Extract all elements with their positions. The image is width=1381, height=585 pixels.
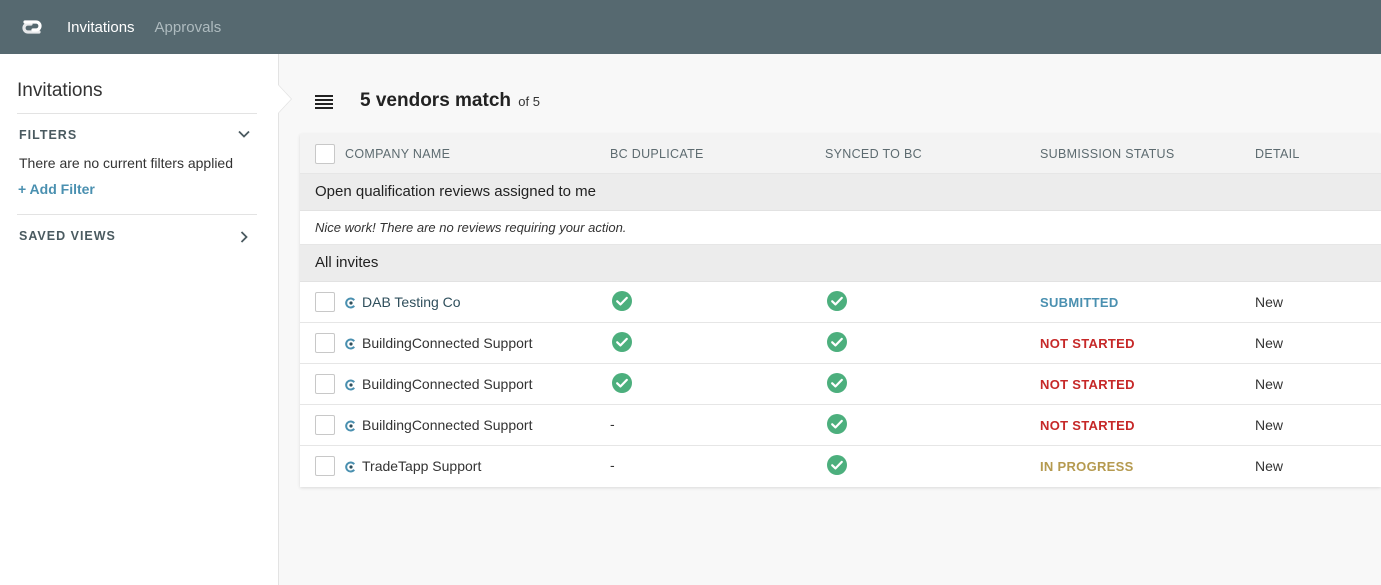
company-name: BuildingConnected Support [362,376,533,392]
detail-value: New [1255,294,1284,310]
filters-header[interactable]: FILTERS [19,128,77,142]
group-all-invites: All invites [300,245,1381,282]
company-name: BuildingConnected Support [362,335,533,351]
match-total: of 5 [518,94,540,109]
group-reviews: Open qualification reviews assigned to m… [300,174,1381,211]
table-row[interactable]: BuildingConnected Support - NOT STARTED New [300,405,1381,446]
reviews-empty-message: Nice work! There are no reviews requirin… [315,220,627,235]
chevron-right-icon[interactable] [236,229,252,245]
add-filter-link[interactable]: + Add Filter [18,181,95,197]
company-name: DAB Testing Co [362,294,461,310]
table-row[interactable]: BuildingConnected Support NOT STARTED New [300,364,1381,405]
sidebar: Invitations FILTERS There are no current… [0,54,279,585]
match-title: 5 vendors match [360,90,511,111]
col-detail[interactable]: DETAIL [1255,147,1300,161]
table-body: DAB Testing Co SUBMITTED New BuildingConnec… [300,282,1381,487]
divider [17,214,257,215]
bc-company-icon [345,419,357,432]
company-name-link[interactable]: BuildingConnected Support [345,376,532,392]
check-circle-icon [827,332,847,352]
submission-status: NOT STARTED [1040,336,1135,351]
group-reviews-label: Open qualification reviews assigned to m… [315,183,596,200]
divider [17,113,257,114]
check-circle-icon [827,455,847,475]
company-name: BuildingConnected Support [362,417,533,433]
group-all-label: All invites [315,254,379,271]
row-checkbox[interactable] [315,333,335,353]
company-name: TradeTapp Support [362,458,482,474]
select-all-checkbox[interactable] [315,144,335,164]
filters-note: There are no current filters applied [19,155,233,171]
check-circle-icon [827,414,847,434]
col-bc-duplicate[interactable]: BC DUPLICATE [610,147,704,161]
row-checkbox[interactable] [315,415,335,435]
detail-value: New [1255,417,1284,433]
bc-duplicate-value: - [610,416,615,432]
check-circle-icon [827,373,847,393]
hamburger-menu-icon[interactable] [315,95,333,109]
detail-value: New [1255,458,1284,474]
vendors-table: COMPANY NAME BC DUPLICATE SYNCED TO BC S… [300,134,1381,487]
col-synced-to-bc[interactable]: SYNCED TO BC [825,147,922,161]
detail-value: New [1255,376,1284,392]
submission-status: NOT STARTED [1040,377,1135,392]
row-checkbox[interactable] [315,374,335,394]
sidebar-title: Invitations [17,80,103,101]
table-row[interactable]: BuildingConnected Support NOT STARTED New [300,323,1381,364]
company-name-link[interactable]: DAB Testing Co [345,294,461,310]
table-row[interactable]: TradeTapp Support - IN PROGRESS New [300,446,1381,487]
check-circle-icon [612,291,632,311]
bc-company-icon [345,296,357,309]
bc-company-icon [345,337,357,350]
row-checkbox[interactable] [315,456,335,476]
col-company-name[interactable]: COMPANY NAME [345,147,450,161]
reviews-empty-row: Nice work! There are no reviews requirin… [300,211,1381,245]
table-header: COMPANY NAME BC DUPLICATE SYNCED TO BC S… [300,134,1381,174]
submission-status: SUBMITTED [1040,295,1119,310]
company-name-link[interactable]: BuildingConnected Support [345,417,532,433]
bc-company-icon [345,378,357,391]
saved-views-header[interactable]: SAVED VIEWS [19,229,116,243]
top-nav-bar: Invitations Approvals [0,0,1381,54]
bc-duplicate-value: - [610,457,615,473]
nav-invitations[interactable]: Invitations [67,19,135,36]
check-circle-icon [827,291,847,311]
col-submission-status[interactable]: SUBMISSION STATUS [1040,147,1175,161]
app-logo-icon[interactable] [21,16,43,38]
row-checkbox[interactable] [315,292,335,312]
sidebar-notch [278,85,291,113]
company-name-link[interactable]: TradeTapp Support [345,458,481,474]
chevron-down-icon[interactable] [236,126,252,142]
results-count: 5 vendors match of 5 [360,90,540,112]
detail-value: New [1255,335,1284,351]
submission-status: IN PROGRESS [1040,459,1134,474]
company-name-link[interactable]: BuildingConnected Support [345,335,532,351]
check-circle-icon [612,332,632,352]
nav-approvals[interactable]: Approvals [155,19,222,36]
bc-company-icon [345,460,357,473]
check-circle-icon [612,373,632,393]
table-row[interactable]: DAB Testing Co SUBMITTED New [300,282,1381,323]
submission-status: NOT STARTED [1040,418,1135,433]
